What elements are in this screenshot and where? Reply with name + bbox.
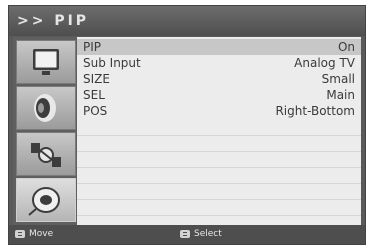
- menu-row-pip[interactable]: PIP On: [77, 39, 361, 55]
- menu-row-sub-input[interactable]: Sub Input Analog TV: [77, 55, 361, 71]
- monitor-icon: [33, 49, 59, 75]
- menu-row-sel[interactable]: SEL Main: [77, 87, 361, 103]
- sidebar-item-channel[interactable]: [16, 132, 76, 176]
- move-label: Move: [29, 229, 54, 239]
- menu-row-label: SIZE: [83, 72, 110, 86]
- footer-bar: Move Select: [9, 225, 365, 244]
- menu-row-value: Main: [326, 88, 355, 102]
- row-divider: [77, 167, 361, 168]
- satellite-icon: [31, 143, 61, 167]
- sidebar: [13, 37, 77, 225]
- sidebar-item-sound[interactable]: [16, 86, 76, 130]
- speaker-icon: [34, 94, 56, 122]
- menu-row-label: PIP: [83, 40, 102, 54]
- menu-row-value: Small: [321, 72, 355, 86]
- menu-row-size[interactable]: SIZE Small: [77, 71, 361, 87]
- row-divider: [77, 199, 361, 200]
- row-divider: [77, 215, 361, 216]
- menu-content: PIP On Sub Input Analog TV SIZE Small SE…: [77, 37, 361, 225]
- select-hint: Select: [180, 229, 222, 239]
- menu-row-label: POS: [83, 104, 108, 118]
- window-title: >> PIP: [17, 13, 90, 29]
- disc-icon: [28, 187, 60, 216]
- row-divider: [77, 135, 361, 136]
- sidebar-item-setup[interactable]: [16, 178, 76, 222]
- menu-row-value: Analog TV: [294, 56, 355, 70]
- row-divider: [77, 151, 361, 152]
- select-icon: [180, 230, 190, 238]
- sidebar-item-display[interactable]: [16, 40, 76, 84]
- menu-row-value: On: [337, 40, 355, 54]
- osd-menu-window: >> PIP PIP On Sub Input Analog TV SIZE S…: [8, 5, 366, 245]
- row-divider: [77, 183, 361, 184]
- menu-row-value: Right-Bottom: [275, 104, 355, 118]
- menu-row-label: Sub Input: [83, 56, 141, 70]
- select-label: Select: [194, 229, 222, 239]
- menu-row-pos[interactable]: POS Right-Bottom: [77, 103, 361, 119]
- move-hint: Move: [15, 229, 53, 239]
- move-icon: [15, 230, 25, 238]
- menu-row-label: SEL: [83, 88, 105, 102]
- title-bar: >> PIP: [9, 6, 365, 36]
